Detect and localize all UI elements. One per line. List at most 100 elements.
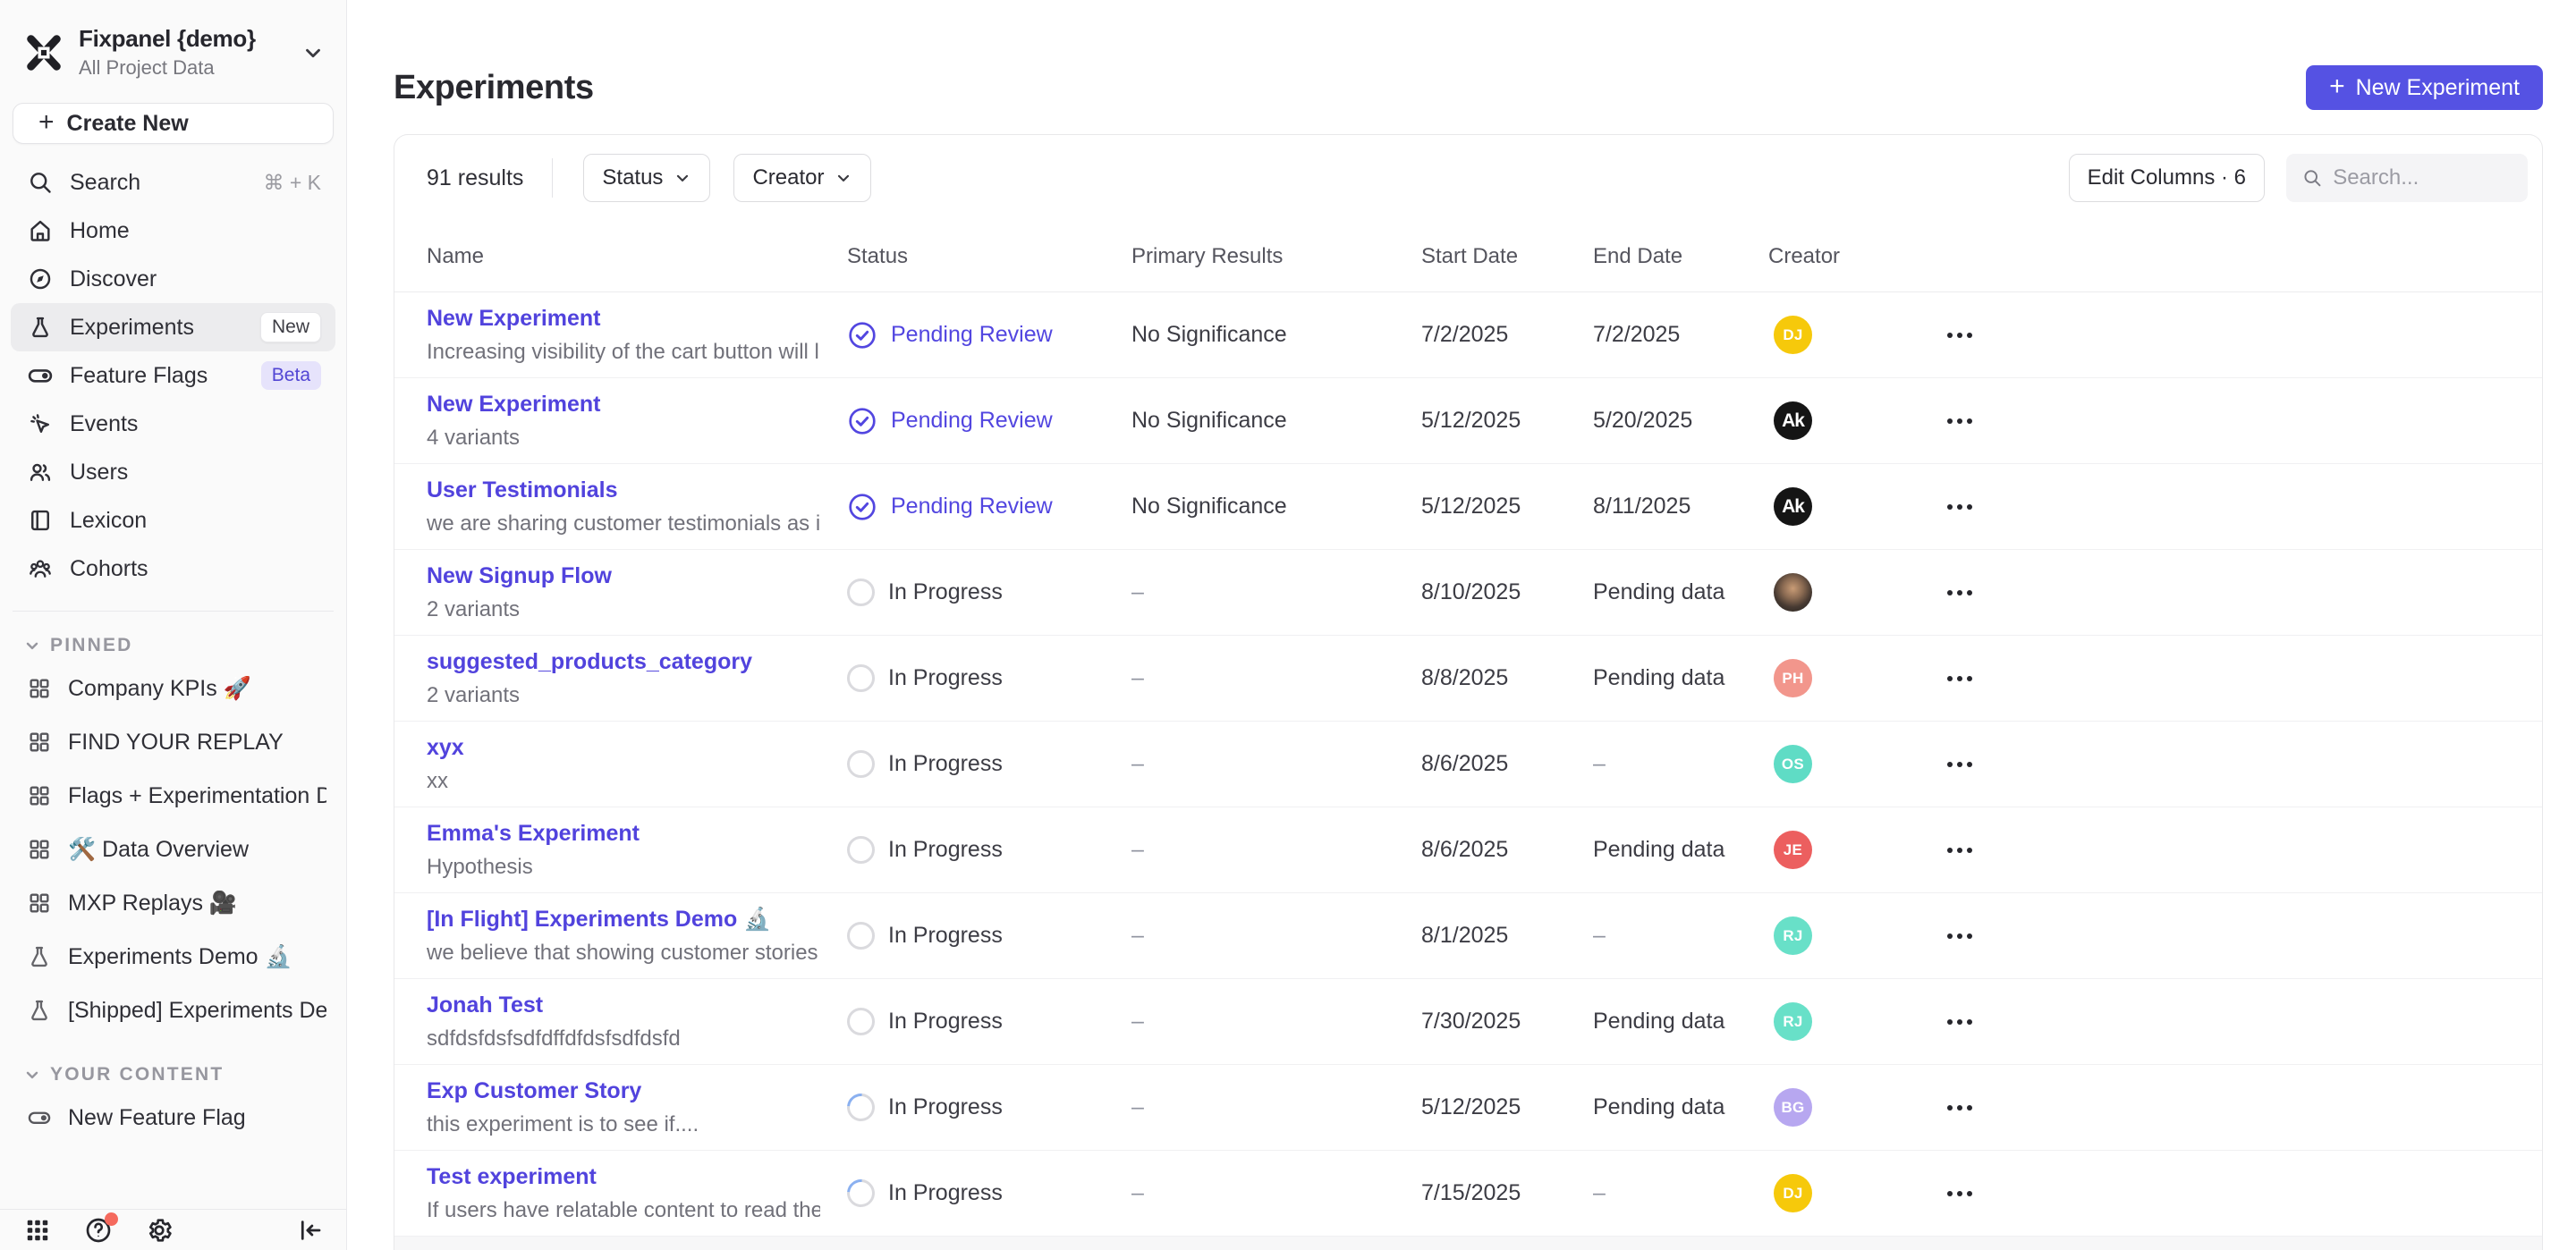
column-header-status[interactable]: Status xyxy=(847,244,1131,269)
pinned-item[interactable]: [Shipped] Experiments Demo 🖊️ xyxy=(11,984,335,1037)
column-header-end-date[interactable]: End Date xyxy=(1593,244,1768,269)
creator-avatar[interactable]: PH xyxy=(1774,659,1812,697)
primary-results-value: No Significance xyxy=(1131,322,1421,348)
pinned-item[interactable]: Experiments Demo 🔬 xyxy=(11,930,335,984)
search-input[interactable] xyxy=(2333,165,2512,190)
creator-avatar[interactable] xyxy=(1774,573,1812,612)
creator-filter-button[interactable]: Creator xyxy=(733,154,871,202)
pinned-section-header[interactable]: PINNED xyxy=(0,629,346,662)
table-row[interactable]: New Experiment Increasing visibility of … xyxy=(394,292,2542,378)
row-actions-menu-button[interactable] xyxy=(1924,464,1996,549)
row-actions-menu-button[interactable] xyxy=(1924,1151,1996,1236)
end-date-value: Pending data xyxy=(1593,1009,1768,1035)
creator-avatar[interactable]: RJ xyxy=(1774,916,1812,955)
experiment-name-link[interactable]: New Signup Flow xyxy=(427,563,820,589)
row-actions-menu-button[interactable] xyxy=(1924,722,1996,807)
creator-avatar[interactable]: OS xyxy=(1774,745,1812,783)
table-row[interactable]: User Testimonials we are sharing custome… xyxy=(394,464,2542,550)
row-actions-menu-button[interactable] xyxy=(1924,550,1996,635)
experiment-name-link[interactable]: User Testimonials xyxy=(427,477,820,503)
creator-avatar[interactable]: DJ xyxy=(1774,1174,1812,1212)
experiment-name-link[interactable]: Exp Customer Story xyxy=(427,1078,820,1104)
project-subtitle: All Project Data xyxy=(79,56,287,80)
sidebar-item-experiments[interactable]: Experiments New xyxy=(11,303,335,351)
sidebar-item-users[interactable]: Users xyxy=(11,448,335,496)
table-row[interactable]: xyx xx In Progress – 8/6/2025 – OS xyxy=(394,722,2542,807)
row-actions-menu-button[interactable] xyxy=(1924,979,1996,1064)
experiment-name-link[interactable]: Jonah Test xyxy=(427,992,820,1018)
chevron-down-icon xyxy=(674,169,691,187)
pinned-item[interactable]: 🛠️ Data Overview xyxy=(11,823,335,876)
column-header-primary-results[interactable]: Primary Results xyxy=(1131,244,1421,269)
status-pending-review-icon xyxy=(847,492,877,522)
sidebar-item-feature-flags[interactable]: Feature Flags Beta xyxy=(11,351,335,400)
main-content: Experiments + New Experiment 91 results … xyxy=(347,0,2576,1250)
experiment-subtitle: 2 variants xyxy=(427,683,820,708)
column-header-creator[interactable]: Creator xyxy=(1768,244,1924,269)
collapse-sidebar-icon[interactable] xyxy=(296,1216,325,1245)
chevron-down-icon xyxy=(23,1066,41,1084)
status-in-progress-icon xyxy=(847,836,875,864)
row-actions-menu-button[interactable] xyxy=(1924,636,1996,721)
create-new-button[interactable]: + Create New xyxy=(13,103,334,144)
pinned-item[interactable]: FIND YOUR REPLAY xyxy=(11,715,335,769)
edit-columns-button[interactable]: Edit Columns · 6 xyxy=(2069,154,2265,202)
creator-avatar[interactable]: DJ xyxy=(1774,316,1812,354)
creator-avatar[interactable]: Ak xyxy=(1774,401,1812,440)
creator-avatar[interactable]: RJ xyxy=(1774,1002,1812,1041)
row-actions-menu-button[interactable] xyxy=(1924,378,1996,463)
creator-avatar[interactable]: Ak xyxy=(1774,487,1812,526)
page-header: Experiments + New Experiment xyxy=(347,0,2576,134)
help-icon[interactable] xyxy=(84,1216,113,1245)
table-row[interactable]: [In Flight] Experiments Demo 🔬 we believ… xyxy=(394,893,2542,979)
sidebar-item-discover[interactable]: Discover xyxy=(11,255,335,303)
table-row[interactable]: New Experiment 4 variants Pending Review… xyxy=(394,378,2542,464)
sidebar-item-events[interactable]: Events xyxy=(11,400,335,448)
experiment-name-link[interactable]: New Experiment xyxy=(427,392,820,418)
status-label: In Progress xyxy=(888,1180,1003,1206)
end-date-value: – xyxy=(1593,751,1768,777)
column-header-start-date[interactable]: Start Date xyxy=(1421,244,1593,269)
table-body: New Experiment Increasing visibility of … xyxy=(394,292,2542,1250)
table-row[interactable]: Test experiment If users have relatable … xyxy=(394,1151,2542,1237)
your-content-item-new-feature-flag[interactable]: New Feature Flag xyxy=(11,1091,335,1144)
row-actions-menu-button[interactable] xyxy=(1924,1065,1996,1150)
primary-results-value: – xyxy=(1131,1094,1421,1120)
project-switcher[interactable]: Fixpanel {demo} All Project Data xyxy=(0,0,346,80)
chevron-down-icon xyxy=(835,169,852,187)
pinned-item[interactable]: MXP Replays 🎥 xyxy=(11,876,335,930)
sidebar-item-home[interactable]: Home xyxy=(11,207,335,255)
experiment-name-link[interactable]: Test experiment xyxy=(427,1164,820,1190)
row-actions-menu-button[interactable] xyxy=(1924,893,1996,978)
project-name: Fixpanel {demo} xyxy=(79,25,287,53)
sidebar-item-cohorts[interactable]: Cohorts xyxy=(11,545,335,593)
table-row[interactable]: Exp Customer Story this experiment is to… xyxy=(394,1065,2542,1151)
column-header-name[interactable]: Name xyxy=(427,244,847,269)
table-row[interactable]: suggested_products_category 2 variants I… xyxy=(394,636,2542,722)
settings-gear-icon[interactable] xyxy=(145,1216,174,1245)
start-date-value: 5/12/2025 xyxy=(1421,1094,1593,1120)
row-actions-menu-button[interactable] xyxy=(1924,292,1996,377)
experiment-name-link[interactable]: suggested_products_category xyxy=(427,649,820,675)
pinned-item[interactable]: Flags + Experimentation Demo 🧪 xyxy=(11,769,335,823)
experiment-name-link[interactable]: Emma's Experiment xyxy=(427,821,820,847)
table-row[interactable]: New Signup Flow 2 variants In Progress –… xyxy=(394,550,2542,636)
search-icon xyxy=(2302,166,2322,190)
creator-avatar[interactable]: BG xyxy=(1774,1088,1812,1127)
sidebar-item-search[interactable]: Search ⌘ + K xyxy=(11,158,335,207)
pinned-item[interactable]: Company KPIs 🚀 xyxy=(11,662,335,715)
new-experiment-button[interactable]: + New Experiment xyxy=(2306,65,2543,110)
row-actions-menu-button[interactable] xyxy=(1924,807,1996,892)
experiment-name-link[interactable]: New Experiment xyxy=(427,306,820,332)
status-label: In Progress xyxy=(888,923,1003,949)
your-content-section-header[interactable]: YOUR CONTENT xyxy=(0,1059,346,1091)
creator-avatar[interactable]: JE xyxy=(1774,831,1812,869)
status-filter-button[interactable]: Status xyxy=(583,154,710,202)
table-row[interactable]: Emma's Experiment Hypothesis In Progress… xyxy=(394,807,2542,893)
table-row[interactable]: Jonah Test sdfdsfdsfsdfdffdfdsfsdfdsfd I… xyxy=(394,979,2542,1065)
ellipsis-icon xyxy=(1947,504,1953,510)
experiment-name-link[interactable]: xyx xyxy=(427,735,820,761)
sidebar-item-lexicon[interactable]: Lexicon xyxy=(11,496,335,545)
apps-grid-icon[interactable] xyxy=(23,1216,52,1245)
experiment-name-link[interactable]: [In Flight] Experiments Demo 🔬 xyxy=(427,907,820,933)
